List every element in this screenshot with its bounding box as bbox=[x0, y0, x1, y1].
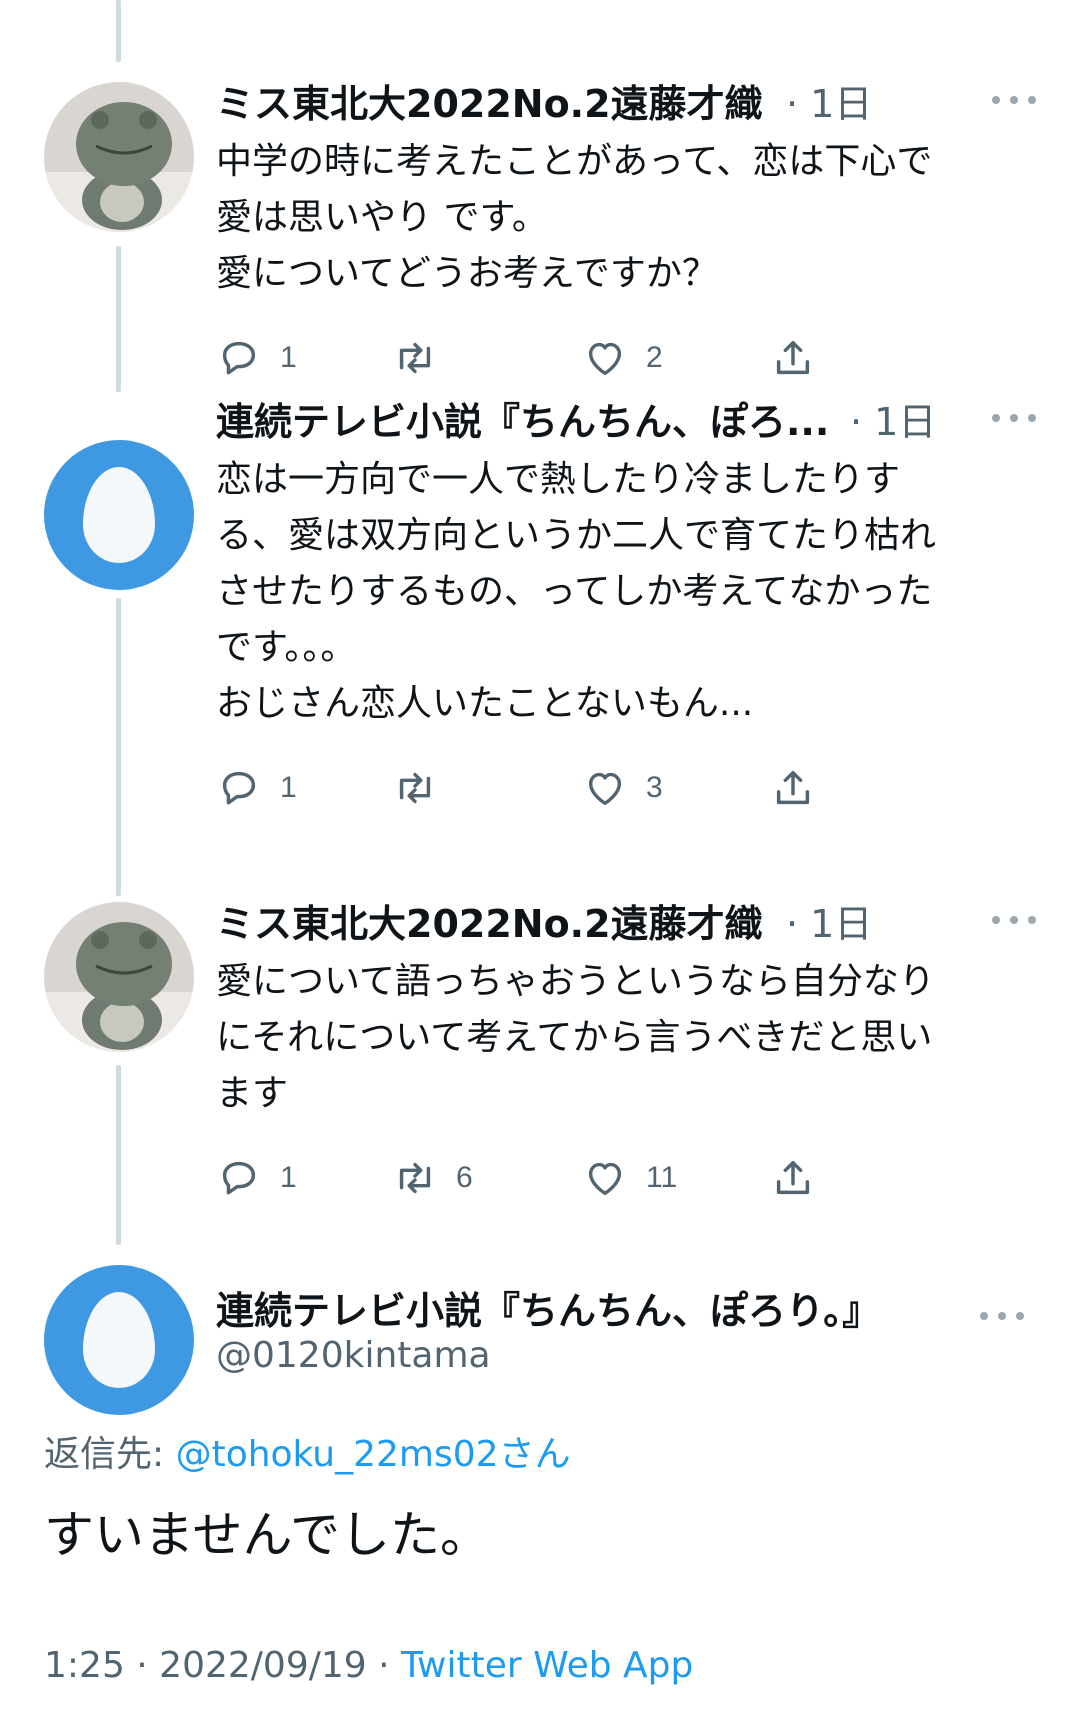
avatar[interactable] bbox=[44, 440, 194, 590]
like-button[interactable]: 3 bbox=[582, 758, 663, 818]
more-icon[interactable] bbox=[992, 90, 1036, 110]
tweet-datetime[interactable]: 1:25 · 2022/09/19 · bbox=[44, 1645, 401, 1686]
avatar[interactable] bbox=[44, 902, 194, 1052]
retweet-count: 6 bbox=[456, 1161, 473, 1194]
share-button[interactable] bbox=[770, 758, 816, 818]
timestamp[interactable]: · 1日 bbox=[786, 898, 872, 950]
tweet-client-link[interactable]: Twitter Web App bbox=[401, 1645, 693, 1686]
retweet-icon bbox=[399, 772, 431, 804]
like-count: 3 bbox=[646, 771, 663, 804]
thread-line bbox=[116, 0, 121, 62]
reply-to-label: 返信先: bbox=[44, 1434, 176, 1475]
reply-button[interactable]: 1 bbox=[216, 328, 297, 388]
tweet-actions: 1 3 bbox=[216, 758, 1036, 818]
tweet-text: 恋は一方向で一人で熱したり冷ましたりす る、愛は双方向というか二人で育てたり枯れ… bbox=[216, 459, 937, 724]
reply-to-line: 返信先: @tohoku_22ms02さん bbox=[44, 1425, 571, 1477]
tweet-text: 愛について語っちゃおうというなら自分なり にそれについて考えてから言うべきだと思… bbox=[216, 961, 935, 1114]
share-icon bbox=[776, 340, 810, 375]
reply-count: 1 bbox=[280, 1161, 297, 1194]
share-icon bbox=[776, 770, 810, 805]
retweet-button[interactable] bbox=[392, 758, 456, 818]
timestamp[interactable]: · 1日 bbox=[850, 396, 936, 448]
like-icon bbox=[588, 1162, 622, 1196]
reply-icon bbox=[222, 341, 256, 375]
more-icon[interactable] bbox=[992, 910, 1036, 930]
reply-count: 1 bbox=[280, 341, 297, 374]
like-icon bbox=[588, 772, 622, 806]
like-button[interactable]: 11 bbox=[582, 1148, 677, 1208]
share-button[interactable] bbox=[770, 328, 816, 388]
frog-plush-photo bbox=[44, 902, 194, 1052]
tweet[interactable]: ミス東北大2022No.2遠藤才織 · 1日 愛について語っちゃおうというなら自… bbox=[216, 898, 1036, 1208]
tweet-footer: 1:25 · 2022/09/19 · Twitter Web App bbox=[44, 1645, 693, 1686]
like-count: 2 bbox=[646, 341, 663, 374]
reply-icon bbox=[222, 1161, 256, 1195]
avatar[interactable] bbox=[44, 82, 194, 232]
thread-line bbox=[116, 246, 121, 392]
reply-count: 1 bbox=[280, 771, 297, 804]
display-name[interactable]: ミス東北大2022No.2遠藤才織 bbox=[216, 78, 763, 130]
like-count: 11 bbox=[646, 1161, 678, 1194]
retweet-icon bbox=[399, 342, 431, 374]
tweet-header: ミス東北大2022No.2遠藤才織 · 1日 bbox=[216, 898, 1036, 954]
tweet[interactable]: ミス東北大2022No.2遠藤才織 · 1日 中学の時に考えたことがあって、恋は… bbox=[216, 78, 1036, 388]
reply-icon bbox=[222, 771, 256, 805]
tweet-actions: 1 6 11 bbox=[216, 1148, 1036, 1208]
timestamp[interactable]: · 1日 bbox=[786, 78, 872, 130]
tweet[interactable]: 連続テレビ小説『ちんちん、ぽろ... · 1日 恋は一方向で一人で熱したり冷まし… bbox=[216, 396, 1036, 818]
reply-button[interactable]: 1 bbox=[216, 1148, 297, 1208]
retweet-button[interactable] bbox=[392, 328, 456, 388]
default-egg-icon bbox=[83, 467, 155, 563]
reply-to-mention[interactable]: @tohoku_22ms02 bbox=[176, 1434, 499, 1475]
tweet-actions: 1 2 bbox=[216, 328, 1036, 388]
display-name[interactable]: 連続テレビ小説『ちんちん、ぽろ... bbox=[216, 396, 829, 448]
main-tweet-handle[interactable]: @0120kintama bbox=[216, 1335, 491, 1376]
like-icon bbox=[588, 342, 622, 376]
default-egg-icon bbox=[83, 1292, 155, 1388]
more-icon[interactable] bbox=[992, 408, 1036, 428]
tweet-header: 連続テレビ小説『ちんちん、ぽろ... · 1日 bbox=[216, 396, 1036, 452]
like-button[interactable]: 2 bbox=[582, 328, 663, 388]
main-tweet-display-name[interactable]: 連続テレビ小説『ちんちん、ぽろり。』 bbox=[216, 1285, 880, 1337]
more-icon[interactable] bbox=[980, 1306, 1024, 1326]
tweet-header: ミス東北大2022No.2遠藤才織 · 1日 bbox=[216, 78, 1036, 134]
retweet-button[interactable]: 6 bbox=[392, 1148, 473, 1208]
thread-line bbox=[116, 598, 121, 896]
reply-to-suffix: さん bbox=[498, 1434, 571, 1475]
frog-plush-photo bbox=[44, 82, 194, 232]
retweet-icon bbox=[399, 1162, 431, 1194]
share-button[interactable] bbox=[770, 1148, 816, 1208]
avatar[interactable] bbox=[44, 1265, 194, 1415]
tweet-text: 中学の時に考えたことがあって、恋は下心で 愛は思いやり です。 愛についてどうお… bbox=[216, 141, 933, 294]
reply-button[interactable]: 1 bbox=[216, 758, 297, 818]
thread-line bbox=[116, 1065, 121, 1245]
display-name[interactable]: ミス東北大2022No.2遠藤才織 bbox=[216, 898, 763, 950]
main-tweet-text: すいませんでした。 bbox=[44, 1506, 490, 1564]
share-icon bbox=[776, 1160, 810, 1195]
